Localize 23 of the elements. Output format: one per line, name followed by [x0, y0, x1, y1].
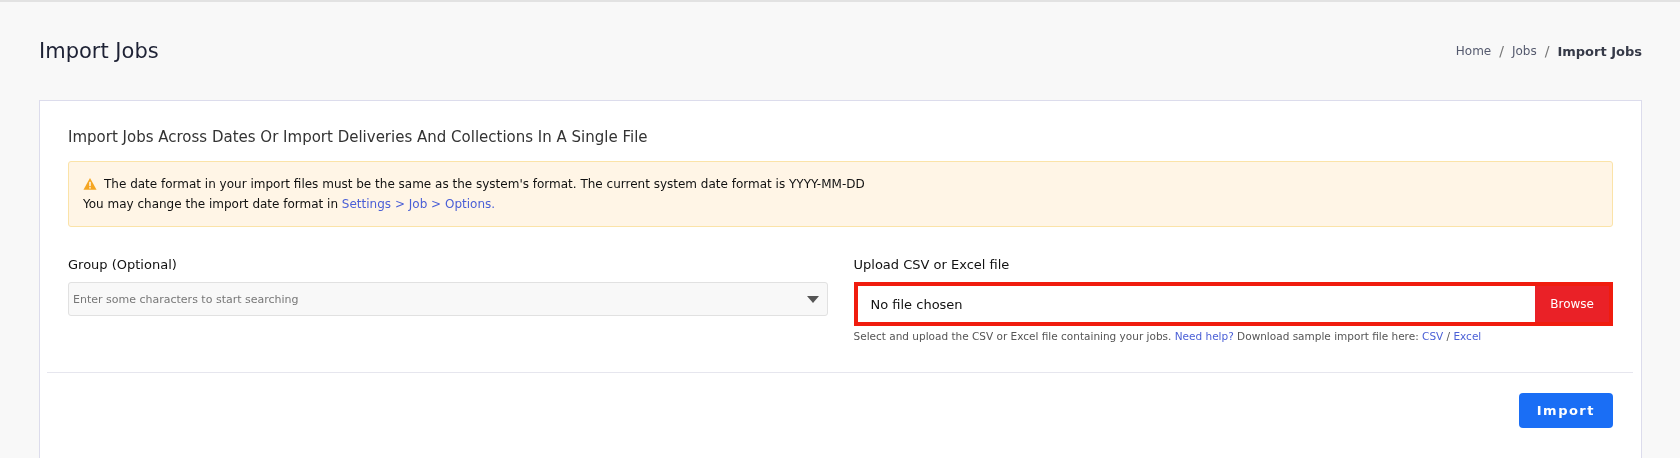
- alert-text: The date format in your import files must be the same as the system's format. The current system date format is YYYY-MM-DD: [104, 176, 865, 193]
- page-title: Import Jobs: [39, 39, 159, 63]
- file-field[interactable]: No file chosen Browse: [853, 282, 1613, 326]
- field-label: Upload CSV or Excel file: [853, 257, 1011, 272]
- import-button[interactable]: Import: [1518, 393, 1613, 428]
- breadcrumb-item[interactable]: Jobs: [1511, 44, 1537, 58]
- help-link[interactable]: Need help?: [1174, 330, 1234, 342]
- file-name: No file chosen: [869, 295, 964, 314]
- breadcrumb-separator: /: [1544, 43, 1550, 59]
- alert-text: You may change the import date format in Settings > Job > Options.: [83, 196, 497, 213]
- field-label: Group (Optional): [68, 257, 178, 272]
- sample-file-link[interactable]: Excel: [1453, 330, 1482, 342]
- warning-icon: [83, 177, 97, 191]
- sample-file-link[interactable]: CSV: [1422, 330, 1444, 342]
- group-select[interactable]: Enter some characters to start searching: [68, 282, 828, 316]
- breadcrumb-item[interactable]: Home: [1455, 44, 1492, 58]
- caret-icon: [806, 295, 819, 303]
- browse-button[interactable]: Browse: [1535, 286, 1609, 322]
- breadcrumb-separator: /: [1499, 43, 1504, 59]
- breadcrumb-item: Import Jobs: [1557, 43, 1642, 59]
- settings-link[interactable]: Settings > Job > Options.: [341, 197, 496, 211]
- card-heading: Import Jobs Across Dates Or Import Deliveries And Collections In A Single File: [68, 128, 649, 146]
- help-text: Select and upload the CSV or Excel file containing your jobs. Need help? Download sample import file here: CSV / Excel: [853, 330, 1483, 342]
